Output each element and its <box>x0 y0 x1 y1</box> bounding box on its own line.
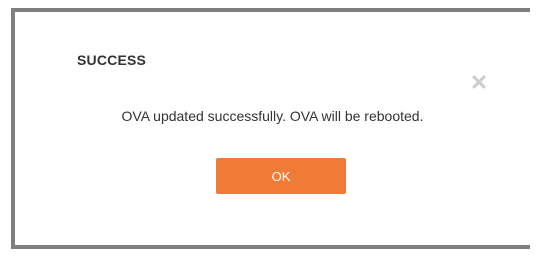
dialog-title: SUCCESS <box>77 52 147 68</box>
close-icon[interactable] <box>472 75 486 89</box>
ok-button[interactable]: OK <box>216 158 346 194</box>
close-button[interactable] <box>469 72 489 92</box>
success-dialog: SUCCESS OVA updated successfully. OVA wi… <box>11 8 530 249</box>
dialog-message: OVA updated successfully. OVA will be re… <box>121 108 424 124</box>
